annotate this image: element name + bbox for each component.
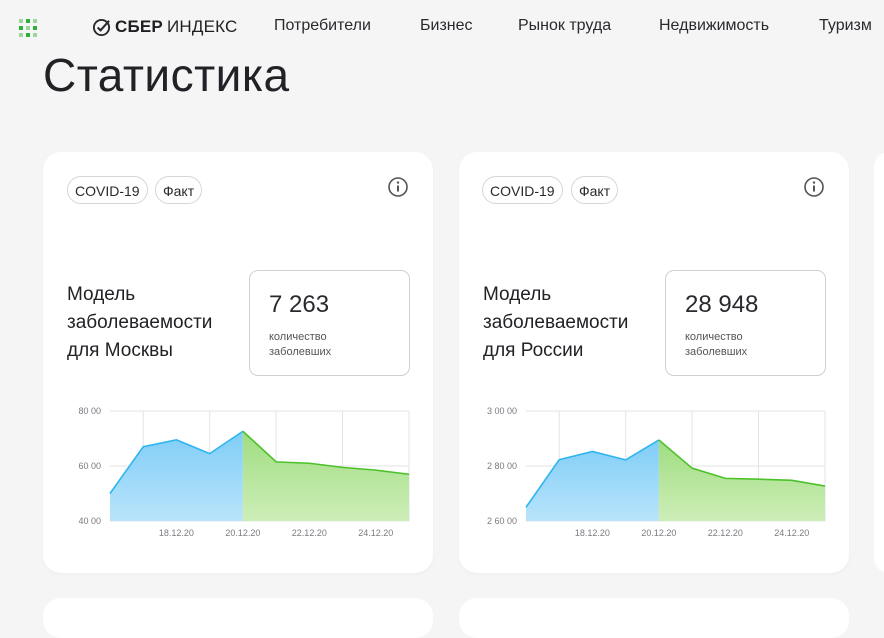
stat-card-moscow[interactable]: COVID-19 Факт Модель заболеваемости для … — [43, 152, 433, 573]
incidence-chart-russia: 2 60 00 2 80 00 3 00 00 18.12.20 20.12.20 22.… — [487, 406, 826, 538]
nav-item-consumers[interactable]: Потребители — [274, 17, 371, 35]
page-title: Статистика — [43, 49, 290, 101]
x-tick-label: 22.12.20 — [708, 528, 743, 538]
tag-fact[interactable]: Факт — [571, 176, 619, 204]
info-icon[interactable] — [803, 176, 825, 198]
x-tick-label: 24.12.20 — [358, 528, 393, 538]
y-tick-label: 3 00 00 — [487, 406, 517, 416]
stat-label: количество заболевших — [685, 331, 748, 358]
card-title: Модель заболеваемости для России — [483, 284, 629, 361]
stat-label: количество заболевших — [269, 331, 332, 358]
next-row-card[interactable] — [459, 598, 849, 638]
logo-text-light: ИНДЕКС — [166, 17, 238, 36]
tag-fact[interactable]: Факт — [155, 176, 203, 204]
sber-index-logo[interactable]: СБЕР ИНДЕКС — [92, 15, 238, 39]
y-tick-label: 60 00 — [78, 461, 101, 471]
nav-item-labor-market[interactable]: Рынок труда — [518, 17, 611, 35]
nav-item-business[interactable]: Бизнес — [420, 17, 473, 35]
stat-value: 28 948 — [685, 291, 759, 318]
y-tick-label: 2 80 00 — [487, 461, 517, 471]
card-title: Модель заболеваемости для Москвы — [67, 284, 213, 361]
nav-item-real-estate[interactable]: Недвижимость — [659, 17, 769, 35]
x-tick-label: 18.12.20 — [159, 528, 194, 538]
next-card-peek[interactable] — [874, 152, 884, 573]
tag-covid[interactable]: COVID-19 — [482, 176, 563, 204]
forecast-area — [658, 439, 825, 521]
stat-card-russia[interactable]: COVID-19 Факт Модель заболеваемости для … — [459, 152, 849, 573]
y-tick-label: 2 60 00 — [487, 516, 517, 526]
sber-check-icon — [92, 18, 111, 36]
incidence-chart-moscow: 40 00 60 00 80 00 18.12.20 20.12.20 22.12.20 2… — [78, 406, 410, 538]
x-tick-label: 24.12.20 — [774, 528, 809, 538]
forecast-area — [242, 431, 409, 521]
info-icon[interactable] — [387, 176, 409, 198]
top-navigation-bar: СБЕР ИНДЕКС Потребители Бизнес Рынок тру… — [0, 0, 884, 52]
apps-grid-icon[interactable] — [19, 19, 37, 37]
nav-item-tourism[interactable]: Туризм — [819, 17, 872, 35]
y-tick-label: 40 00 — [78, 516, 101, 526]
x-tick-label: 22.12.20 — [292, 528, 327, 538]
stat-box: 7 263 количество заболевших — [249, 270, 410, 376]
tag-covid[interactable]: COVID-19 — [67, 176, 148, 204]
x-tick-label: 18.12.20 — [575, 528, 610, 538]
stat-value: 7 263 — [269, 291, 330, 318]
stat-box: 28 948 количество заболевших — [665, 270, 826, 376]
logo-text-bold: СБЕР — [115, 17, 163, 36]
x-tick-label: 20.12.20 — [641, 528, 676, 538]
y-tick-label: 80 00 — [78, 406, 101, 416]
x-tick-label: 20.12.20 — [225, 528, 260, 538]
next-row-card[interactable] — [43, 598, 433, 638]
